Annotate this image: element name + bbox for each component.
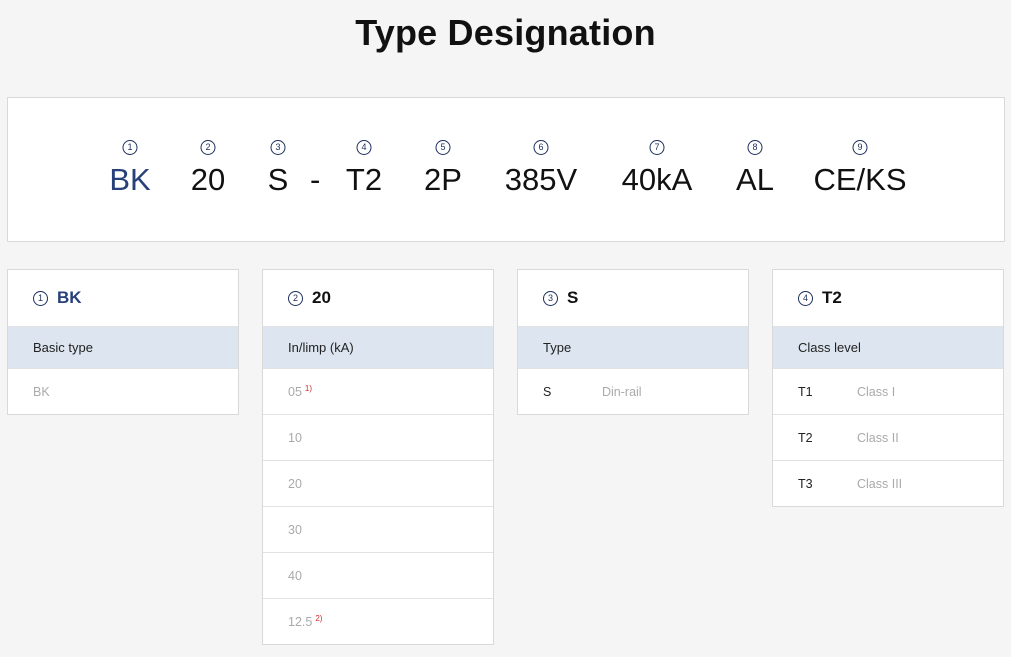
table-row: 30 — [263, 506, 493, 552]
card-type: 3 S Type S Din-rail — [517, 269, 749, 415]
table-row: T1 Class I — [773, 368, 1003, 414]
segment-value: T2 — [345, 162, 383, 197]
row-code: 30 — [288, 522, 302, 537]
card-title: S — [567, 288, 579, 307]
row-code: T2 — [798, 430, 813, 445]
designation-segment-poles: 5 2P — [422, 98, 464, 243]
table-row: T3 Class III — [773, 460, 1003, 506]
table-row: S Din-rail — [518, 368, 748, 414]
table-row: 40 — [263, 552, 493, 598]
designation-segment-voltage: 6 385V — [504, 98, 578, 243]
card-subtitle: Type — [518, 326, 748, 368]
segment-value: 40kA — [621, 162, 693, 197]
segment-value: 385V — [504, 162, 578, 197]
segment-number-badge: 5 — [435, 140, 451, 155]
row-description: Class II — [857, 430, 899, 445]
designation-segment-basic-type: 1 BK — [108, 98, 152, 243]
card-subtitle: Class level — [773, 326, 1003, 368]
designation-code-box: 1 BK 2 20 3 S - 4 T2 5 2P 6 385V 7 40kA … — [7, 97, 1005, 242]
designation-segment-current: 2 20 — [188, 98, 228, 243]
segment-number-badge: 7 — [649, 140, 665, 155]
table-row: 10 — [263, 414, 493, 460]
card-title: BK — [57, 288, 82, 307]
card-number-badge: 3 — [543, 290, 558, 306]
designation-segment-type: 3 S — [267, 98, 289, 243]
segment-value: S — [267, 162, 289, 197]
segment-number-badge: 8 — [747, 140, 763, 155]
card-title: T2 — [822, 288, 842, 307]
table-row: BK — [8, 368, 238, 414]
card-number-badge: 2 — [288, 290, 303, 306]
segment-number-badge: 4 — [356, 140, 372, 155]
card-header: 3 S — [518, 270, 748, 326]
card-class-level: 4 T2 Class level T1 Class I T2 Class II … — [772, 269, 1004, 507]
footnote-marker: 1) — [304, 384, 313, 393]
row-code: T1 — [798, 384, 813, 399]
segment-number-badge: 6 — [533, 140, 549, 155]
table-row: 12.5 2) — [263, 598, 493, 644]
card-header: 4 T2 — [773, 270, 1003, 326]
page-title: Type Designation — [355, 12, 656, 53]
row-code: 20 — [288, 476, 302, 491]
card-number-badge: 4 — [798, 290, 813, 306]
designation-segment-max-current: 7 40kA — [620, 98, 694, 243]
segment-value: AL — [736, 162, 774, 197]
table-row: 05 1) — [263, 368, 493, 414]
row-code: 12.5 — [288, 614, 313, 629]
segment-value: CE/KS — [813, 162, 907, 197]
row-code: 40 — [288, 568, 302, 583]
table-row: 20 — [263, 460, 493, 506]
card-header: 2 20 — [263, 270, 493, 326]
row-code: T3 — [798, 476, 813, 491]
card-number-badge: 1 — [33, 290, 48, 306]
segment-number-badge: 3 — [270, 140, 286, 155]
footnote-marker: 2) — [315, 614, 323, 623]
designation-segment-class: 4 T2 — [344, 98, 384, 243]
designation-separator: - — [310, 162, 321, 197]
row-code: S — [543, 384, 552, 399]
row-description: Class III — [857, 476, 903, 491]
card-subtitle: Basic type — [8, 326, 238, 368]
row-description: Class I — [857, 384, 896, 399]
segment-value: 20 — [190, 162, 226, 197]
segment-value: BK — [109, 162, 151, 197]
segment-number-badge: 2 — [200, 140, 216, 155]
row-code: BK — [33, 384, 50, 399]
table-row: T2 Class II — [773, 414, 1003, 460]
card-subtitle: In/limp (kA) — [263, 326, 493, 368]
segment-number-badge: 9 — [852, 140, 868, 155]
card-basic-type: 1 BK Basic type BK — [7, 269, 239, 415]
designation-segment-option: 8 AL — [735, 98, 775, 243]
row-description: Din-rail — [602, 384, 642, 399]
designation-segment-certification: 9 CE/KS — [813, 98, 907, 243]
segment-number-badge: 1 — [122, 140, 138, 155]
card-header: 1 BK — [8, 270, 238, 326]
segment-value: 2P — [424, 162, 462, 197]
card-title: 20 — [312, 288, 331, 307]
row-code: 10 — [288, 430, 302, 445]
row-code: 05 — [288, 384, 302, 399]
card-current-rating: 2 20 In/limp (kA) 05 1) 10 20 30 40 12.5 2… — [262, 269, 494, 645]
